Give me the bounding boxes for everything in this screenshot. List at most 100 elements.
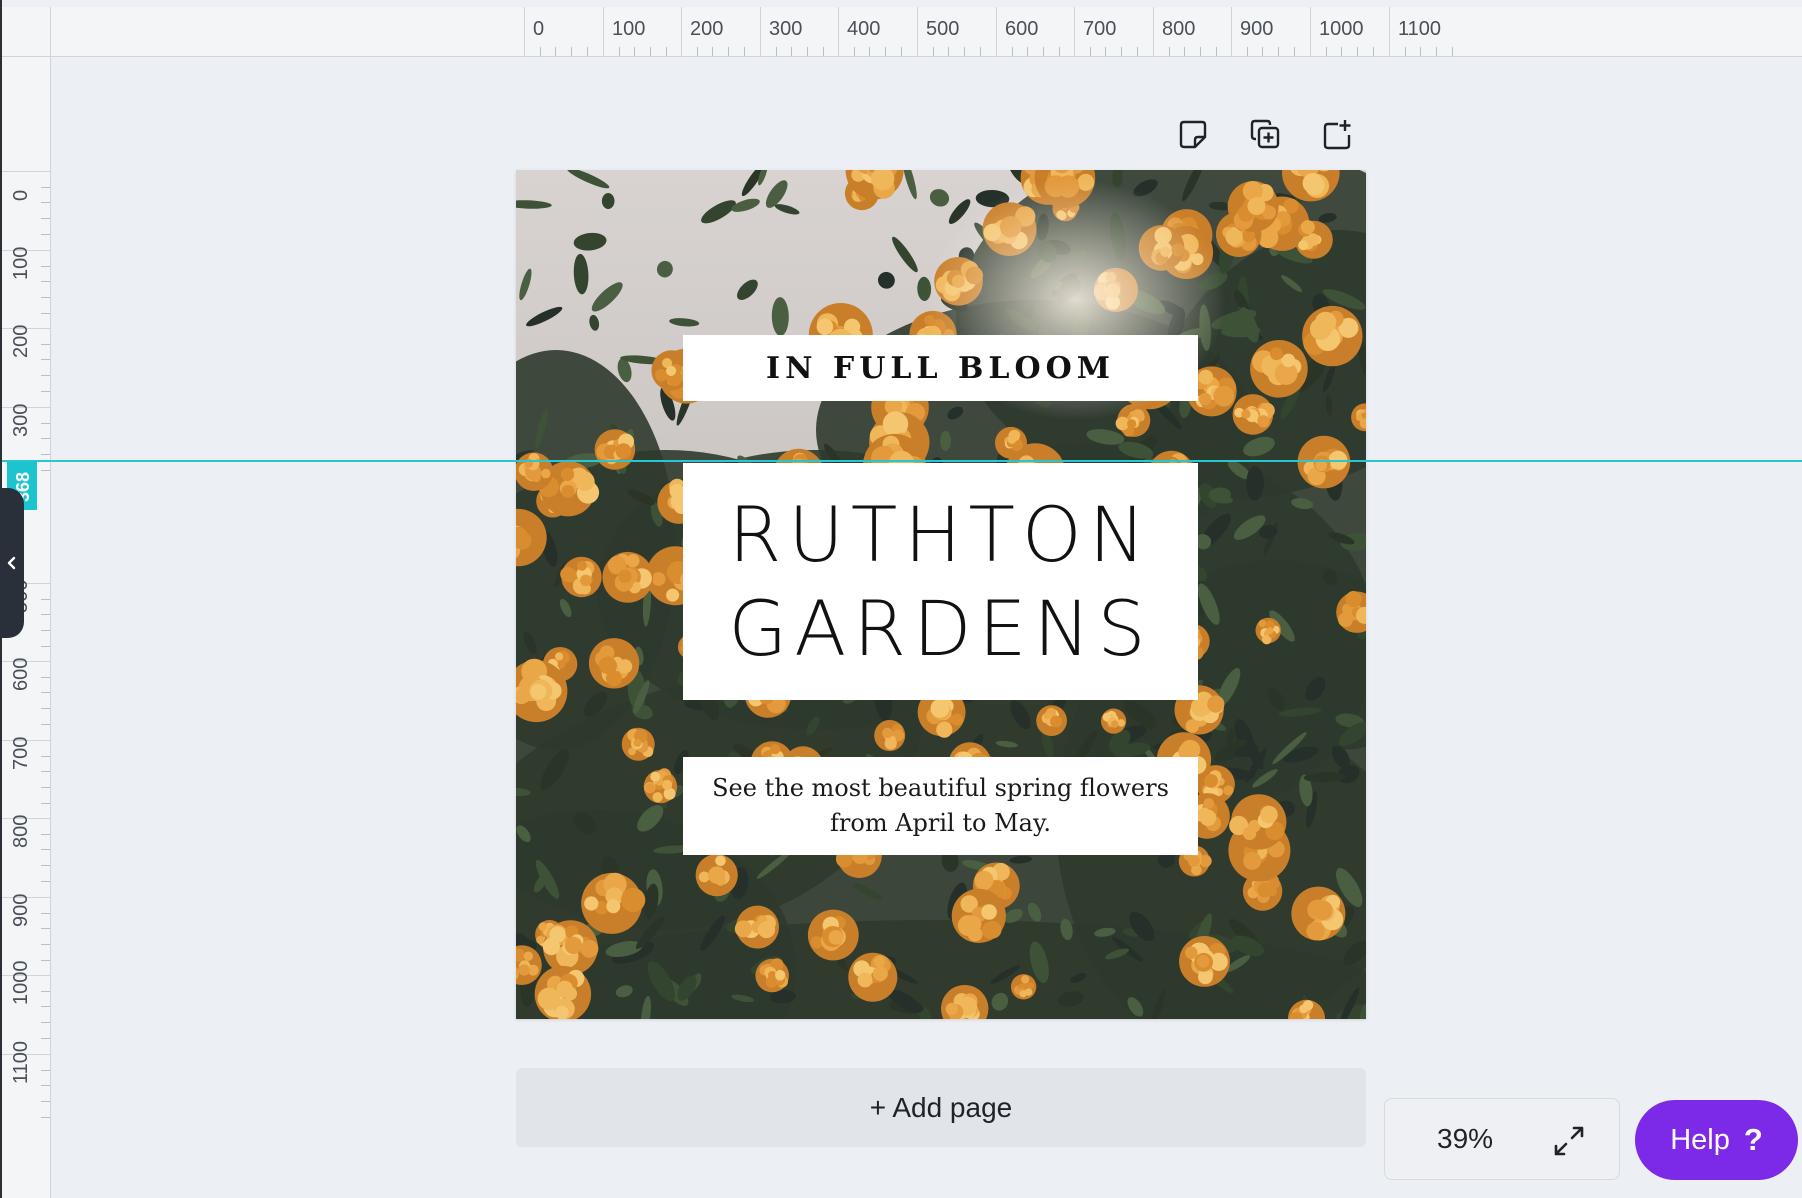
ruler-minor-tick (41, 281, 50, 283)
ruler-minor-tick (41, 865, 50, 867)
ruler-minor-tick (869, 47, 871, 56)
ruler-tick-label: 700 (10, 736, 32, 770)
ruler-tick-label: 1000 (10, 960, 32, 1006)
ruler-tick-label: 900 (10, 893, 32, 927)
subtitle-text-box[interactable]: See the most beautiful spring flowers fr… (683, 757, 1198, 855)
help-icon: ? (1743, 1122, 1763, 1157)
ruler-minor-tick (1420, 47, 1422, 56)
ruler-minor-tick (41, 297, 50, 299)
ruler-minor-tick (41, 218, 50, 220)
zoom-control: 39% (1384, 1098, 1620, 1180)
ruler-minor-tick (1262, 47, 1264, 56)
tagline-text: IN FULL BLOOM (766, 350, 1115, 386)
ruler-minor-tick (41, 614, 50, 616)
subtitle-line-2: from April to May. (830, 809, 1051, 837)
horizontal-ruler[interactable]: 0 100 200 300 400 500 600 700 800 900 1000 1100 (51, 7, 1802, 57)
ruler-minor-tick (964, 47, 966, 56)
ruler-major-tick (1074, 7, 1075, 57)
ruler-minor-tick (41, 265, 50, 267)
help-label: Help (1670, 1123, 1730, 1156)
chevron-left-icon (7, 556, 16, 570)
ruler-major-tick (1153, 7, 1154, 57)
ruler-minor-tick (41, 708, 50, 710)
ruler-minor-tick (1058, 47, 1060, 56)
ruler-minor-tick (41, 833, 50, 835)
ruler-minor-tick (41, 454, 50, 456)
ruler-major-tick (2, 171, 51, 172)
ruler-tick-label: 600 (1005, 18, 1039, 40)
ruler-minor-tick (1011, 47, 1013, 56)
zoom-level[interactable]: 39% (1437, 1123, 1493, 1155)
ruler-major-tick (681, 7, 682, 57)
help-button[interactable]: Help ? (1635, 1100, 1798, 1180)
ruler-tick-label: 0 (533, 18, 545, 40)
ruler-major-tick (524, 7, 525, 57)
fullscreen-button[interactable] (1549, 1121, 1589, 1161)
duplicate-page-button[interactable] (1240, 110, 1290, 160)
ruler-minor-tick (932, 47, 934, 56)
ruler-minor-tick (41, 880, 50, 882)
ruler-minor-tick (41, 849, 50, 851)
ruler-corner (2, 7, 51, 57)
ruler-minor-tick (1372, 47, 1374, 56)
ruler-minor-tick (41, 422, 50, 424)
ruler-minor-tick (41, 802, 50, 804)
ruler-tick-label: 200 (10, 324, 32, 358)
ruler-minor-tick (41, 1116, 50, 1118)
ruler-major-tick (1231, 7, 1232, 57)
ruler-minor-tick (41, 469, 50, 471)
ruler-minor-tick (1357, 47, 1359, 56)
ruler-minor-tick (539, 47, 541, 56)
ruler-minor-tick (807, 47, 809, 56)
ruler-minor-tick (555, 47, 557, 56)
ruler-minor-tick (1293, 47, 1295, 56)
add-page-button[interactable]: + Add page (516, 1068, 1366, 1147)
collapse-panel-button[interactable] (0, 488, 24, 638)
ruler-minor-tick (665, 47, 667, 56)
duplicate-page-icon (1250, 119, 1280, 149)
ruler-minor-tick (1168, 47, 1170, 56)
page-toolbar (1168, 110, 1368, 160)
ruler-minor-tick (41, 343, 50, 345)
design-page[interactable]: IN FULL BLOOM RUTHTON GARDENS See the mo… (516, 170, 1366, 1019)
ruler-minor-tick (822, 47, 824, 56)
expand-arrows-icon (1554, 1126, 1584, 1156)
ruler-minor-tick (41, 1022, 50, 1024)
tagline-text-box[interactable]: IN FULL BLOOM (683, 335, 1198, 401)
title-line-2: GARDENS (728, 583, 1153, 673)
ruler-minor-tick (41, 1006, 50, 1008)
ruler-tick-label: 1100 (1398, 18, 1442, 40)
ruler-minor-tick (41, 390, 50, 392)
guide-line[interactable] (2, 460, 1802, 462)
ruler-major-tick (1389, 7, 1390, 57)
ruler-minor-tick (1451, 47, 1453, 56)
ruler-minor-tick (41, 645, 50, 647)
subtitle-line-1: See the most beautiful spring flowers (712, 774, 1169, 802)
ruler-minor-tick (41, 771, 50, 773)
ruler-minor-tick (41, 723, 50, 725)
ruler-tick-label: 100 (10, 246, 32, 280)
ruler-minor-tick (571, 47, 573, 56)
ruler-tick-label: 800 (1162, 18, 1196, 40)
ruler-minor-tick (41, 990, 50, 992)
title-text-box[interactable]: RUTHTON GARDENS (683, 463, 1198, 700)
ruler-minor-tick (1089, 47, 1091, 56)
add-note-button[interactable] (1168, 110, 1218, 160)
add-page-label: + Add page (869, 1091, 1013, 1123)
ruler-minor-tick (586, 47, 588, 56)
ruler-minor-tick (650, 47, 652, 56)
add-page-icon (1323, 120, 1351, 150)
add-new-page-button[interactable] (1312, 110, 1362, 160)
ruler-minor-tick (41, 692, 50, 694)
ruler-minor-tick (743, 47, 745, 56)
ruler-tick-label: 700 (1083, 18, 1117, 40)
ruler-minor-tick (1325, 47, 1327, 56)
ruler-minor-tick (885, 47, 887, 56)
ruler-major-tick (917, 7, 918, 57)
ruler-minor-tick (41, 1085, 50, 1087)
ruler-minor-tick (41, 755, 50, 757)
ruler-minor-tick (775, 47, 777, 56)
ruler-tick-label: 900 (1240, 18, 1274, 40)
ruler-major-tick (1310, 7, 1311, 57)
title-line-1: RUTHTON (728, 489, 1153, 579)
